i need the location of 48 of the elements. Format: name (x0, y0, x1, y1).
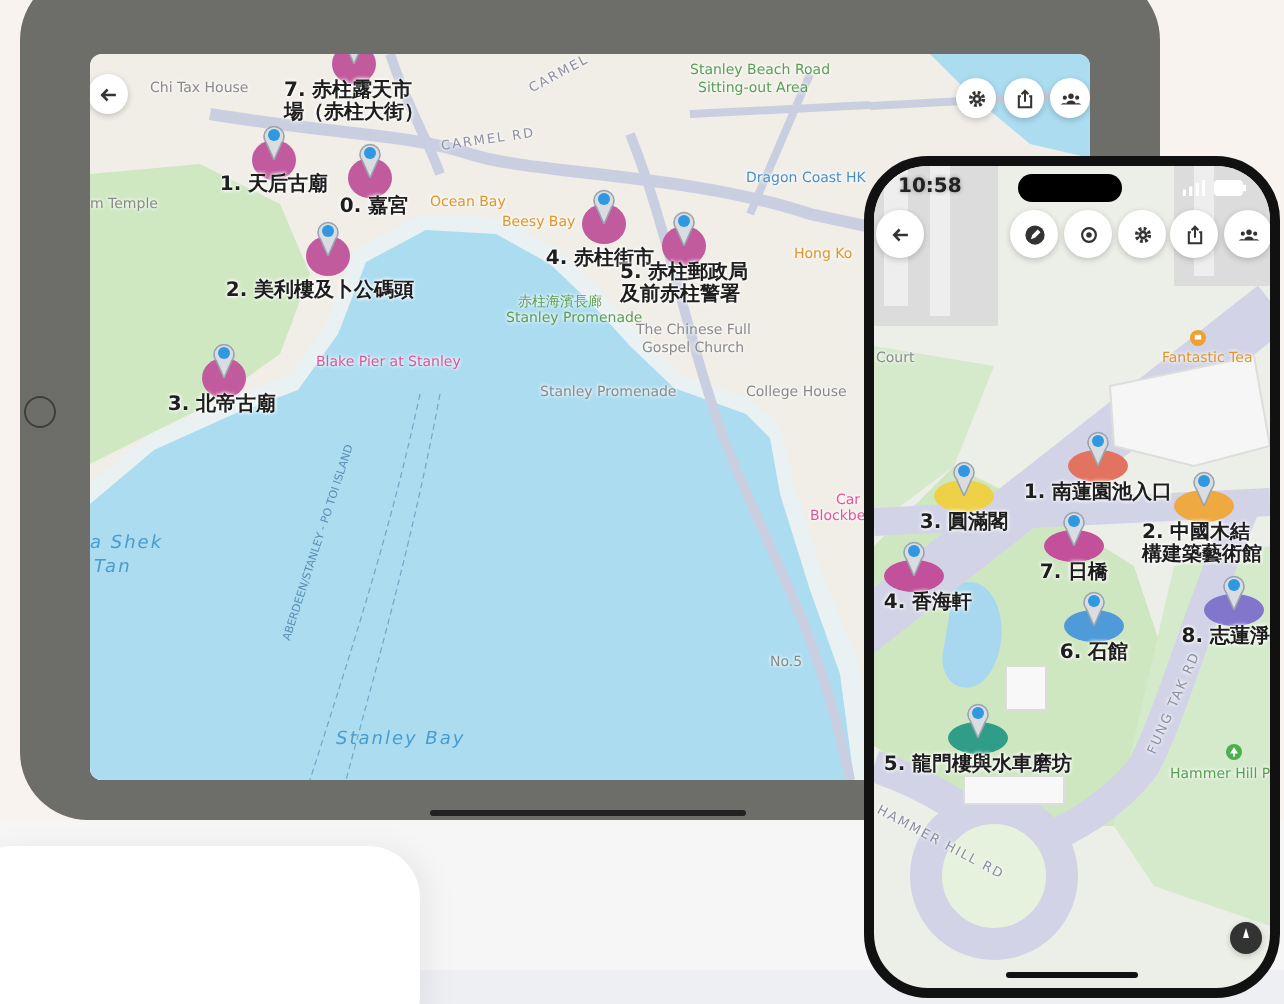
tree-icon (1226, 744, 1242, 760)
map-pin-icon (262, 124, 286, 160)
place-label[interactable]: 0. 嘉宮 (339, 196, 409, 218)
camera-cutout (1018, 174, 1122, 202)
map-pin-icon (952, 460, 976, 496)
map-pin-icon (316, 220, 340, 256)
home-indicator (1006, 972, 1138, 978)
place-label[interactable]: 5. 龍門樓與水車磨坊 (883, 754, 1073, 776)
target-icon (1077, 223, 1099, 245)
cup-icon (1190, 330, 1206, 346)
status-time: 10:58 (898, 176, 962, 198)
place-label[interactable]: 8. 志蓮淨 (1181, 626, 1270, 648)
share-icon (1013, 87, 1035, 109)
map-pin-icon (1192, 470, 1216, 506)
gear-icon (965, 87, 987, 109)
place-label[interactable]: 2. 中國木結構建築藝術館 (1142, 522, 1270, 566)
map-pin-icon (1062, 510, 1086, 546)
map-pin-icon (1086, 430, 1110, 466)
compass-icon (1230, 922, 1262, 954)
map-pin-icon (902, 540, 926, 576)
back-arrow-icon (97, 83, 119, 105)
place-label[interactable]: 7. 赤柱露天市場（赤柱大街） (284, 80, 432, 124)
back-arrow-icon (889, 223, 911, 245)
building (963, 775, 1065, 805)
water-label: Tan (94, 558, 132, 578)
place-label[interactable]: 7. 日橋 (1039, 562, 1109, 584)
place-label[interactable]: 3. 北帝古廟 (167, 394, 277, 416)
map-pin-icon (672, 210, 696, 246)
map-pin-icon (1222, 574, 1246, 610)
building (1005, 665, 1047, 711)
place-label[interactable]: 6. 石館 (1059, 642, 1129, 664)
settings-button[interactable] (956, 78, 996, 118)
map-pin-icon (358, 142, 382, 178)
map-pin-icon (966, 702, 990, 738)
signal-icon (1182, 179, 1206, 195)
place-label[interactable]: 3. 圓滿閣 (919, 512, 1009, 534)
place-label[interactable]: 1. 南蓮園池入口 (1023, 482, 1173, 504)
map-pin-icon (1082, 590, 1106, 626)
gear-icon (1131, 223, 1153, 245)
map-pin-icon (592, 188, 616, 224)
pencil-icon (1023, 223, 1045, 245)
water-label: a Shek (90, 534, 164, 554)
map-pin-icon (212, 342, 236, 378)
place-label[interactable]: 4. 香海軒 (883, 592, 973, 614)
place-label[interactable]: 2. 美利樓及卜公碼頭 (225, 280, 415, 302)
share-icon (1183, 223, 1205, 245)
place-label[interactable]: 1. 天后古廟 (219, 174, 329, 196)
water-label: Stanley Bay (336, 730, 466, 750)
